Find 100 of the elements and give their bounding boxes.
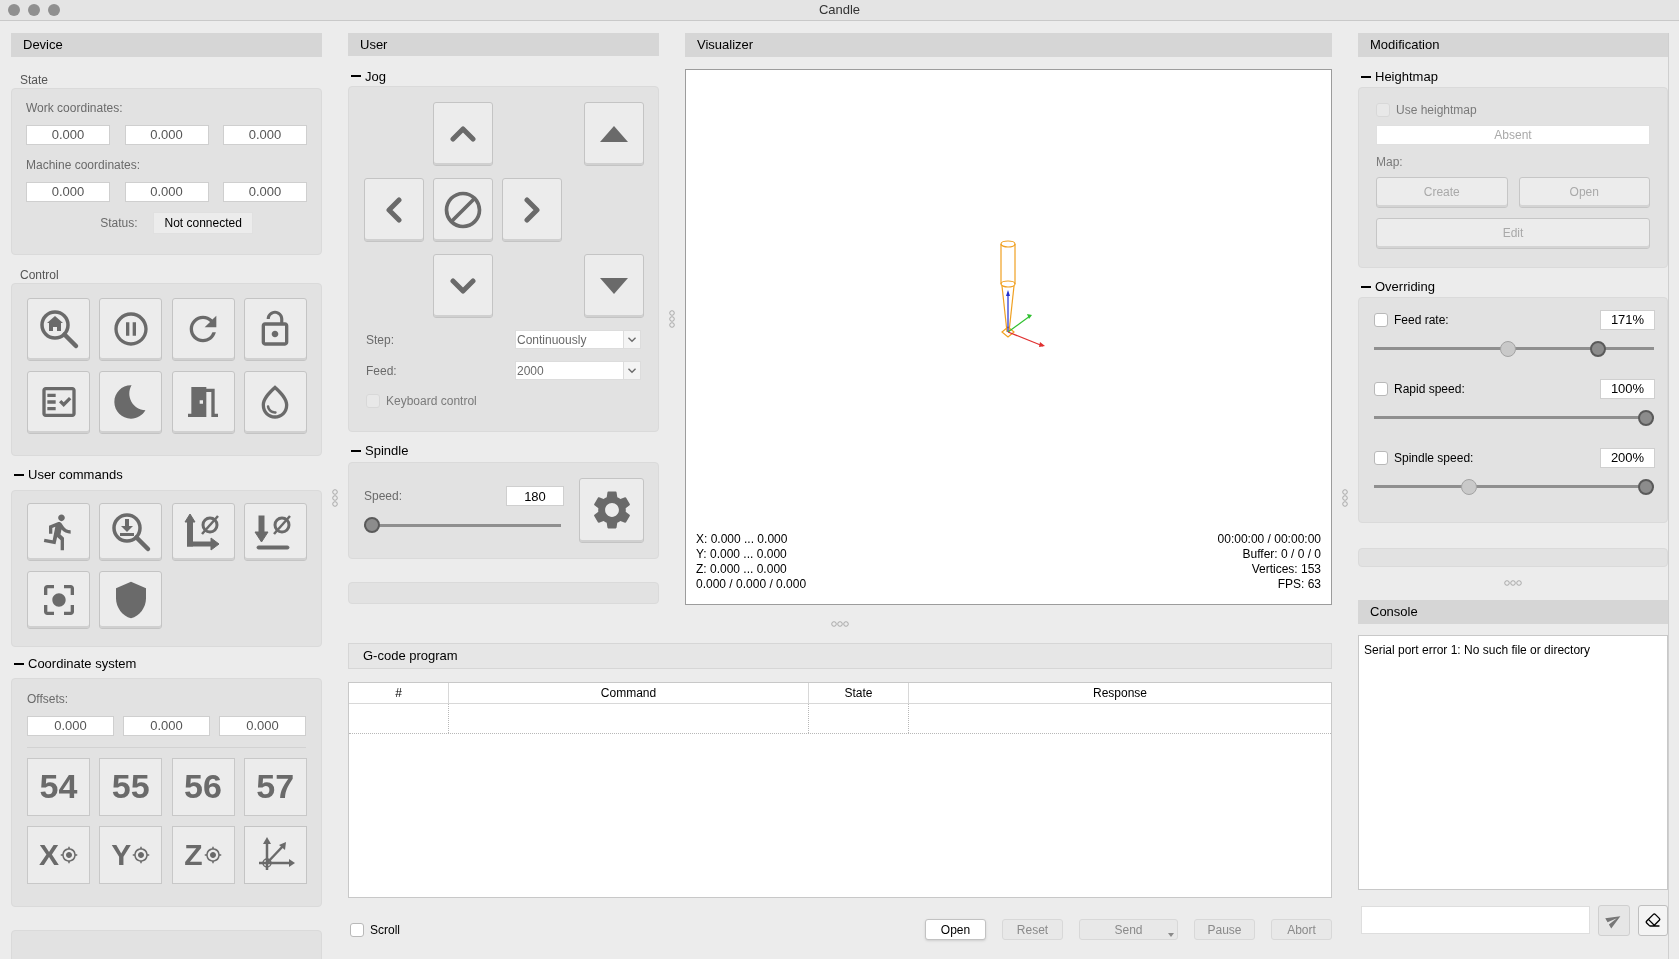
jog-x-minus-button[interactable] [363,178,424,243]
field-label: Speed: [364,488,403,506]
coordinate-system-button[interactable]: 57 [243,757,307,816]
visualizer-info: X: 0.000 ... 0.000 [696,531,789,547]
collapse-icon[interactable] [14,473,24,476]
section-label: Jog [365,67,386,86]
triangle-up-icon [599,126,628,143]
number-field[interactable]: 0.000 [223,181,307,202]
chevron-up-icon [449,126,476,143]
number-field[interactable]: 171% [1600,309,1655,330]
column-header[interactable]: # [349,682,449,703]
collapse-icon[interactable] [1361,285,1371,288]
coordinate-system-button[interactable]: 54 [27,757,90,816]
window-control-button[interactable] [8,4,20,16]
window-title: Candle [818,1,861,19]
number-field[interactable]: 100% [1600,378,1655,399]
splitter-handle[interactable] [1342,489,1348,507]
console-line: Serial port error 1: No such file or directory [1364,641,1592,659]
combo-box[interactable]: Continuously [515,330,641,350]
field-label: Map: [1376,153,1404,171]
column-header[interactable]: Command [449,682,809,703]
door-button[interactable] [171,370,235,434]
number-field[interactable]: 0.000 [26,124,110,145]
number-field[interactable]: 0.000 [124,181,209,202]
number-field[interactable]: 0.000 [223,124,307,145]
number-field[interactable]: 0.000 [219,715,306,736]
spindle-button[interactable] [579,477,644,543]
panel-header: User [348,32,659,57]
zero-axis-button[interactable]: Y [99,825,163,884]
jog-stop-button[interactable] [432,178,493,243]
home-button[interactable] [27,297,90,361]
pause-button[interactable] [99,297,163,361]
checkbox[interactable] [1374,450,1388,465]
checkbox-label: Feed rate: [1394,311,1449,329]
column-header[interactable]: Response [909,682,1331,703]
number-field[interactable]: 200% [1600,447,1655,468]
toolbar-button[interactable]: Open [925,919,986,940]
visualizer-info: FPS: 63 [1277,576,1321,592]
visualizer-info: 00:00:00 / 00:00:00 [1217,531,1321,547]
number-field[interactable]: 180 [506,486,564,507]
panel-header: Visualizer [685,32,1332,57]
panel-header: Device [11,32,322,57]
clear-button[interactable] [1638,904,1668,936]
visualizer-info: Z: 0.000 ... 0.000 [696,561,788,577]
slider-default-thumb[interactable] [1461,478,1478,495]
zero-axis-button[interactable]: Z [171,825,235,884]
jog-y-plus-button[interactable] [432,102,493,167]
checkbox-label: Use heightmap [1396,101,1477,119]
checkbox[interactable] [1374,312,1388,327]
jog-z-plus-button[interactable] [583,102,644,167]
splitter-handle[interactable] [831,620,849,627]
splitter-handle[interactable] [332,489,338,507]
command-input[interactable] [1361,906,1590,934]
flood-button[interactable] [243,370,307,434]
zero-z-button[interactable] [243,502,307,561]
axes-button[interactable] [243,825,307,884]
number-field[interactable]: 0.000 [27,715,114,736]
collapse-icon[interactable] [1361,75,1371,78]
number-field[interactable]: 0.000 [124,124,209,145]
slider-thumb[interactable] [1638,478,1654,495]
field-label: Work coordinates: [26,99,124,117]
probe-button[interactable] [99,502,163,561]
combo-box[interactable]: 2000 [515,361,641,381]
jog-x-plus-button[interactable] [501,178,562,243]
column-header[interactable]: State [809,682,909,703]
window-control-button[interactable] [48,4,60,16]
send-button[interactable] [1598,904,1631,936]
number-field[interactable]: 0.000 [26,181,110,202]
splitter-handle[interactable] [669,309,675,328]
slider-thumb[interactable] [1638,409,1654,426]
collapse-icon[interactable] [14,662,24,665]
panel-header: G-code program [348,642,1332,669]
reset-button[interactable] [171,297,235,361]
coordinate-system-button[interactable]: 56 [171,757,235,816]
check-button[interactable] [27,370,90,434]
jog-y-minus-button[interactable] [432,254,493,319]
number-field[interactable]: 0.000 [123,715,210,736]
field-label: Feed: [366,362,397,380]
unlock-button[interactable] [243,297,307,361]
jog-z-minus-button[interactable] [583,254,644,319]
target-icon [60,845,78,864]
window-control-button[interactable] [28,4,40,16]
caret-icon [623,331,640,349]
zero-xy-button[interactable] [171,502,235,561]
sleep-button[interactable] [99,370,163,434]
checkbox[interactable] [350,922,364,937]
visualizer-canvas[interactable]: X: 0.000 ... 0.000 Y: 0.000 ... 0.000 Z: 0.000 ... 0.000 0.000 / 0.000 / 0.000 00:00:00 / 00:00:00 Buffer: 0 / 0 / 0 Vertices: 153 FPS: 63 [685,68,1332,605]
slider-default-thumb[interactable] [1500,340,1517,357]
collapse-icon[interactable] [351,75,361,78]
coordinate-system-button[interactable]: 55 [99,757,163,816]
checkbox[interactable] [1374,381,1388,396]
run-button[interactable] [27,502,90,561]
zero-axis-button[interactable]: X [27,825,90,884]
splitter-handle[interactable] [1504,580,1522,586]
visualizer-info: Y: 0.000 ... 0.000 [696,546,788,562]
slider-thumb[interactable] [364,517,380,534]
center-button[interactable] [27,570,90,629]
shield-button[interactable] [99,570,163,629]
slider-thumb[interactable] [1590,340,1607,357]
caret-icon [623,362,640,380]
